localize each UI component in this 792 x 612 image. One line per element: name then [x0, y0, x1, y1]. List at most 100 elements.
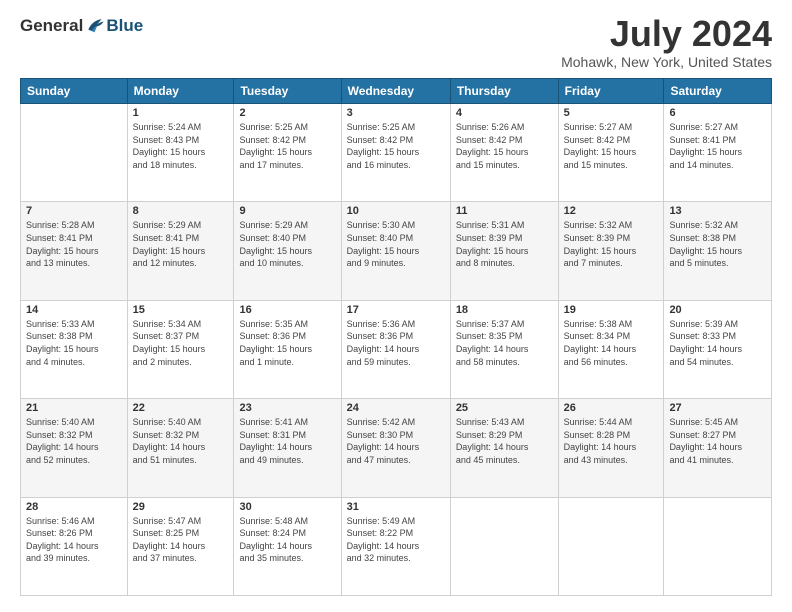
day-number: 9	[239, 205, 335, 217]
day-info: Sunrise: 5:31 AM Sunset: 8:39 PM Dayligh…	[456, 219, 553, 269]
calendar-day-cell: 15 Sunrise: 5:34 AM Sunset: 8:37 PM Dayli…	[127, 300, 234, 398]
day-info: Sunrise: 5:25 AM Sunset: 8:42 PM Dayligh…	[347, 121, 445, 171]
day-number: 4	[456, 107, 553, 119]
calendar-day-cell: 21Sunrise: 5:40 AM Sunset: 8:32 PM Dayli…	[21, 399, 128, 497]
calendar-day-cell: 9 Sunrise: 5:29 AM Sunset: 8:40 PM Daylig…	[234, 202, 341, 300]
day-number: 3	[347, 107, 445, 119]
logo-general: General	[20, 16, 83, 36]
month-title: July 2024	[561, 16, 772, 52]
page: General Blue July 2024 Mohawk, New York,…	[0, 0, 792, 612]
title-section: July 2024 Mohawk, New York, United State…	[561, 16, 772, 70]
day-info: Sunrise: 5:48 AM Sunset: 8:24 PM Dayligh…	[239, 515, 335, 565]
calendar-day-cell: 24Sunrise: 5:42 AM Sunset: 8:30 PM Dayli…	[341, 399, 450, 497]
calendar-day-header: Monday	[127, 79, 234, 104]
day-number: 5	[564, 107, 659, 119]
day-number: 18	[456, 304, 553, 316]
day-number: 19	[564, 304, 659, 316]
day-number: 12	[564, 205, 659, 217]
day-info: Sunrise: 5:29 AM Sunset: 8:40 PM Dayligh…	[239, 219, 335, 269]
day-info: Sunrise: 5:39 AM Sunset: 8:33 PM Dayligh…	[669, 318, 766, 368]
calendar-day-cell	[21, 104, 128, 202]
day-info: Sunrise: 5:44 AM Sunset: 8:28 PM Dayligh…	[564, 416, 659, 466]
calendar-week-row: 1Sunrise: 5:24 AM Sunset: 8:43 PM Daylig…	[21, 104, 772, 202]
day-number: 6	[669, 107, 766, 119]
day-info: Sunrise: 5:46 AM Sunset: 8:26 PM Dayligh…	[26, 515, 122, 565]
calendar-day-cell: 10 Sunrise: 5:30 AM Sunset: 8:40 PM Dayli…	[341, 202, 450, 300]
calendar-day-cell	[450, 497, 558, 595]
day-number: 14	[26, 304, 122, 316]
day-info: Sunrise: 5:38 AM Sunset: 8:34 PM Dayligh…	[564, 318, 659, 368]
day-number: 15	[133, 304, 229, 316]
day-info: Sunrise: 5:27 AM Sunset: 8:41 PM Dayligh…	[669, 121, 766, 171]
day-info: Sunrise: 5:49 AM Sunset: 8:22 PM Dayligh…	[347, 515, 445, 565]
day-info: Sunrise: 5:47 AM Sunset: 8:25 PM Dayligh…	[133, 515, 229, 565]
day-info: Sunrise: 5:28 AM Sunset: 8:41 PM Dayligh…	[26, 219, 122, 269]
day-number: 23	[239, 402, 335, 414]
day-info: Sunrise: 5:25 AM Sunset: 8:42 PM Dayligh…	[239, 121, 335, 171]
day-number: 10	[347, 205, 445, 217]
day-number: 11	[456, 205, 553, 217]
day-number: 17	[347, 304, 445, 316]
day-info: Sunrise: 5:32 AM Sunset: 8:39 PM Dayligh…	[564, 219, 659, 269]
calendar-day-cell	[558, 497, 664, 595]
day-info: Sunrise: 5:37 AM Sunset: 8:35 PM Dayligh…	[456, 318, 553, 368]
day-info: Sunrise: 5:41 AM Sunset: 8:31 PM Dayligh…	[239, 416, 335, 466]
day-number: 27	[669, 402, 766, 414]
calendar-day-cell: 1Sunrise: 5:24 AM Sunset: 8:43 PM Daylig…	[127, 104, 234, 202]
calendar-day-cell: 6 Sunrise: 5:27 AM Sunset: 8:41 PM Daylig…	[664, 104, 772, 202]
calendar-day-cell: 11 Sunrise: 5:31 AM Sunset: 8:39 PM Dayli…	[450, 202, 558, 300]
calendar-day-cell: 23 Sunrise: 5:41 AM Sunset: 8:31 PM Dayli…	[234, 399, 341, 497]
calendar-table: SundayMondayTuesdayWednesdayThursdayFrid…	[20, 78, 772, 596]
day-number: 13	[669, 205, 766, 217]
location: Mohawk, New York, United States	[561, 54, 772, 70]
day-info: Sunrise: 5:36 AM Sunset: 8:36 PM Dayligh…	[347, 318, 445, 368]
day-info: Sunrise: 5:29 AM Sunset: 8:41 PM Dayligh…	[133, 219, 229, 269]
calendar-day-cell: 16 Sunrise: 5:35 AM Sunset: 8:36 PM Dayli…	[234, 300, 341, 398]
calendar-day-cell: 29 Sunrise: 5:47 AM Sunset: 8:25 PM Dayli…	[127, 497, 234, 595]
calendar-day-cell: 8Sunrise: 5:29 AM Sunset: 8:41 PM Daylig…	[127, 202, 234, 300]
calendar-day-cell: 4 Sunrise: 5:26 AM Sunset: 8:42 PM Daylig…	[450, 104, 558, 202]
calendar-week-row: 21 Sunrise: 5:40 AM Sunset: 8:32 PM Dayli…	[21, 399, 772, 497]
calendar-day-cell: 18 Sunrise: 5:37 AM Sunset: 8:35 PM Dayli…	[450, 300, 558, 398]
day-number: 29	[133, 501, 229, 513]
day-number: 21	[26, 402, 122, 414]
calendar-day-header: Sunday	[21, 79, 128, 104]
day-info: Sunrise: 5:34 AM Sunset: 8:37 PM Dayligh…	[133, 318, 229, 368]
day-number: 16	[239, 304, 335, 316]
day-number: 20	[669, 304, 766, 316]
calendar-header-row: SundayMondayTuesdayWednesdayThursdayFrid…	[21, 79, 772, 104]
calendar-week-row: 28 Sunrise: 5:46 AM Sunset: 8:26 PM Dayli…	[21, 497, 772, 595]
day-info: Sunrise: 5:30 AM Sunset: 8:40 PM Dayligh…	[347, 219, 445, 269]
day-info: Sunrise: 5:26 AM Sunset: 8:42 PM Dayligh…	[456, 121, 553, 171]
logo: General Blue	[20, 16, 143, 36]
calendar-day-cell: 12 Sunrise: 5:32 AM Sunset: 8:39 PM Dayli…	[558, 202, 664, 300]
calendar-day-cell: 27Sunrise: 5:45 AM Sunset: 8:27 PM Dayli…	[664, 399, 772, 497]
day-info: Sunrise: 5:32 AM Sunset: 8:38 PM Dayligh…	[669, 219, 766, 269]
day-number: 22	[133, 402, 229, 414]
calendar-day-cell: 30 Sunrise: 5:48 AM Sunset: 8:24 PM Dayli…	[234, 497, 341, 595]
calendar-day-cell: 25Sunrise: 5:43 AM Sunset: 8:29 PM Dayli…	[450, 399, 558, 497]
day-number: 30	[239, 501, 335, 513]
calendar-day-cell: 17 Sunrise: 5:36 AM Sunset: 8:36 PM Dayli…	[341, 300, 450, 398]
calendar-day-cell: 7Sunrise: 5:28 AM Sunset: 8:41 PM Daylig…	[21, 202, 128, 300]
day-info: Sunrise: 5:40 AM Sunset: 8:32 PM Dayligh…	[133, 416, 229, 466]
day-number: 25	[456, 402, 553, 414]
calendar-day-cell: 22 Sunrise: 5:40 AM Sunset: 8:32 PM Dayli…	[127, 399, 234, 497]
logo-bird-icon	[85, 16, 105, 36]
day-number: 26	[564, 402, 659, 414]
header: General Blue July 2024 Mohawk, New York,…	[20, 16, 772, 70]
day-info: Sunrise: 5:24 AM Sunset: 8:43 PM Dayligh…	[133, 121, 229, 171]
calendar-day-cell: 31 Sunrise: 5:49 AM Sunset: 8:22 PM Dayli…	[341, 497, 450, 595]
day-number: 31	[347, 501, 445, 513]
calendar-day-cell: 2Sunrise: 5:25 AM Sunset: 8:42 PM Daylig…	[234, 104, 341, 202]
day-number: 28	[26, 501, 122, 513]
calendar-day-header: Saturday	[664, 79, 772, 104]
day-info: Sunrise: 5:27 AM Sunset: 8:42 PM Dayligh…	[564, 121, 659, 171]
calendar-day-cell: 19 Sunrise: 5:38 AM Sunset: 8:34 PM Dayli…	[558, 300, 664, 398]
day-info: Sunrise: 5:35 AM Sunset: 8:36 PM Dayligh…	[239, 318, 335, 368]
logo-blue: Blue	[106, 16, 143, 36]
calendar-day-cell: 5 Sunrise: 5:27 AM Sunset: 8:42 PM Daylig…	[558, 104, 664, 202]
calendar-day-header: Wednesday	[341, 79, 450, 104]
calendar-week-row: 7Sunrise: 5:28 AM Sunset: 8:41 PM Daylig…	[21, 202, 772, 300]
day-info: Sunrise: 5:33 AM Sunset: 8:38 PM Dayligh…	[26, 318, 122, 368]
